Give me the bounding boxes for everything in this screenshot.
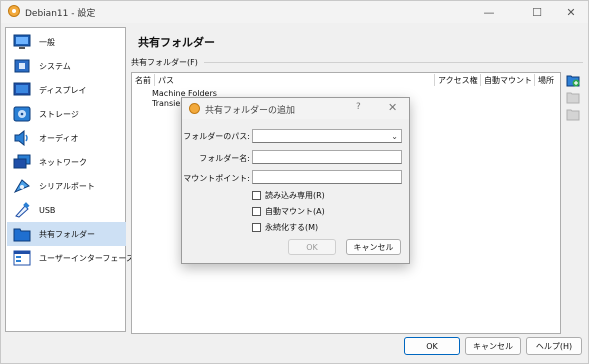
help-button[interactable]: ヘルプ(H) xyxy=(526,337,582,355)
virtualbox-icon xyxy=(8,5,20,17)
permanent-checkbox[interactable] xyxy=(252,223,261,232)
mount-point-field[interactable] xyxy=(252,170,402,184)
shared-folders-group-label: 共有フォルダー(F) xyxy=(131,58,198,67)
folder-name-label: フォルダー名: xyxy=(199,154,250,163)
group-divider xyxy=(204,62,583,63)
maximize-button[interactable]: ☐ xyxy=(519,1,555,23)
readonly-checkbox-row[interactable]: 読み込み専用(R) xyxy=(252,190,325,201)
sidebar-item-system[interactable]: システム xyxy=(7,54,126,78)
dialog-ok-button[interactable]: OK xyxy=(288,239,336,255)
mount-point-label: マウントポイント: xyxy=(183,174,250,183)
edit-shared-folder-icon[interactable] xyxy=(566,90,580,104)
dialog-help-button[interactable]: ? xyxy=(356,102,361,112)
monitor-icon xyxy=(13,34,31,49)
sidebar-item-label: シリアルポート xyxy=(39,181,95,191)
sidebar-item-label: ネットワーク xyxy=(39,157,87,167)
column-header-access[interactable]: アクセス権 xyxy=(438,75,478,86)
sidebar-item-display[interactable]: ディスプレイ xyxy=(7,78,126,102)
chevron-down-icon[interactable]: ⌄ xyxy=(391,131,398,143)
minimize-button[interactable]: — xyxy=(471,1,507,23)
sidebar-item-label: ユーザーインターフェース xyxy=(39,253,134,263)
sidebar-item-label: オーディオ xyxy=(39,133,79,143)
automount-checkbox-row[interactable]: 自動マウント(A) xyxy=(252,206,325,217)
window-title: Debian11 - 設定 xyxy=(25,9,96,19)
settings-window: Debian11 - 設定 — ☐ ✕ 一般 システム ディスプレイ ストレージ… xyxy=(0,0,589,364)
display-icon xyxy=(13,82,31,96)
sidebar-item-user-interface[interactable]: ユーザーインターフェース xyxy=(7,246,134,270)
serial-port-icon xyxy=(13,179,30,194)
automount-label: 自動マウント(A) xyxy=(265,207,325,216)
sidebar-item-label: 共有フォルダー xyxy=(39,229,95,239)
column-separator xyxy=(534,74,535,86)
sidebar-item-serial-port[interactable]: シリアルポート xyxy=(7,174,126,198)
column-header-location[interactable]: 場所 xyxy=(538,75,554,86)
column-header-path[interactable]: パス xyxy=(158,75,174,86)
column-separator xyxy=(434,74,435,86)
folder-name-field[interactable] xyxy=(252,150,402,164)
sidebar-item-label: ディスプレイ xyxy=(39,85,87,95)
add-shared-folder-icon[interactable] xyxy=(566,73,580,87)
cancel-button[interactable]: キャンセル xyxy=(465,337,521,355)
shared-folder-icon xyxy=(13,228,31,242)
title-bar: Debian11 - 設定 — ☐ ✕ xyxy=(1,1,588,23)
close-button[interactable]: ✕ xyxy=(553,1,589,23)
automount-checkbox[interactable] xyxy=(252,207,261,216)
storage-icon xyxy=(13,106,31,122)
dialog-title: 共有フォルダーの追加 xyxy=(205,106,296,116)
sidebar-item-usb[interactable]: USB xyxy=(7,198,126,222)
sidebar-item-label: 一般 xyxy=(39,37,55,47)
sidebar-item-audio[interactable]: オーディオ xyxy=(7,126,126,150)
column-separator xyxy=(480,74,481,86)
sidebar-item-label: ストレージ xyxy=(39,109,79,119)
column-header-name[interactable]: 名前 xyxy=(135,75,151,86)
folder-path-label: フォルダーのパス: xyxy=(183,132,250,141)
usb-icon xyxy=(15,202,30,218)
sidebar-item-label: USB xyxy=(39,205,56,215)
add-shared-folder-dialog: 共有フォルダーの追加 ? ✕ フォルダーのパス: ⌄ フォルダー名: マウントポ… xyxy=(181,97,410,264)
chip-icon xyxy=(14,59,30,73)
settings-sidebar: 一般 システム ディスプレイ ストレージ オーディオ ネットワーク シリアルポー… xyxy=(5,27,134,332)
speaker-icon xyxy=(14,130,28,146)
permanent-checkbox-row[interactable]: 永続化する(M) xyxy=(252,222,318,233)
readonly-checkbox[interactable] xyxy=(252,191,261,200)
dialog-title-bar: 共有フォルダーの追加 ? ✕ xyxy=(182,98,409,119)
dialog-close-button[interactable]: ✕ xyxy=(388,101,397,114)
readonly-label: 読み込み専用(R) xyxy=(265,191,325,200)
sidebar-item-general[interactable]: 一般 xyxy=(7,30,126,54)
sidebar-item-shared-folders[interactable]: 共有フォルダー xyxy=(7,222,126,246)
remove-shared-folder-icon[interactable] xyxy=(566,107,580,121)
dialog-cancel-button[interactable]: キャンセル xyxy=(346,239,401,255)
permanent-label: 永続化する(M) xyxy=(265,223,319,232)
page-title: 共有フォルダー xyxy=(138,36,215,49)
user-interface-icon xyxy=(13,250,31,266)
virtualbox-icon xyxy=(189,103,200,114)
network-icon xyxy=(13,154,31,169)
column-separator xyxy=(154,74,155,86)
sidebar-item-label: システム xyxy=(39,61,71,71)
sidebar-item-network[interactable]: ネットワーク xyxy=(7,150,126,174)
column-header-automount[interactable]: 自動マウント xyxy=(484,75,532,86)
folder-path-combo[interactable]: ⌄ xyxy=(252,129,402,143)
ok-button[interactable]: OK xyxy=(404,337,460,355)
sidebar-item-storage[interactable]: ストレージ xyxy=(7,102,126,126)
